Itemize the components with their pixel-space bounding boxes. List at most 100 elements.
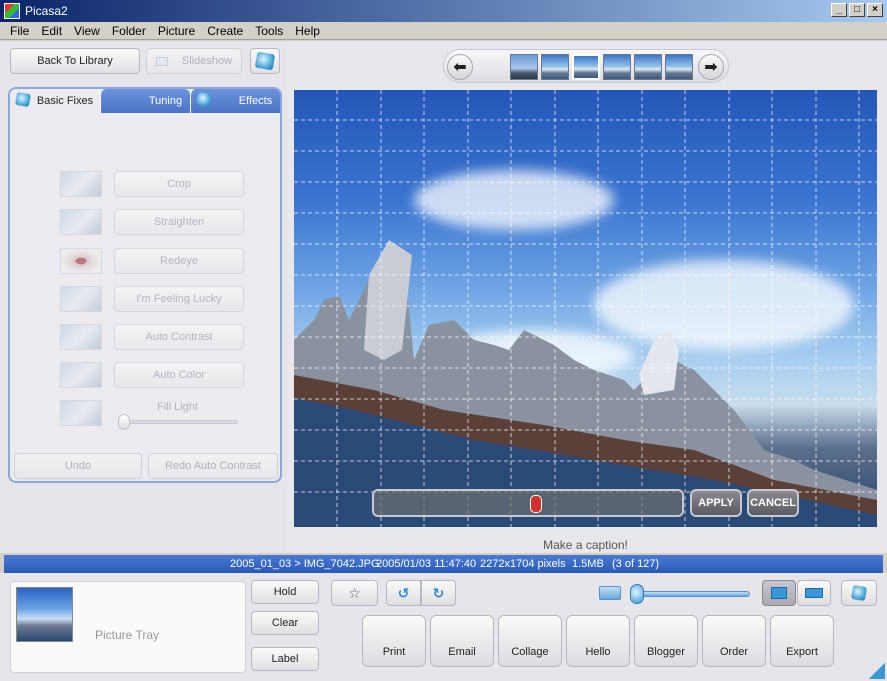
tab-basic-fixes-label: Basic Fixes: [36, 95, 94, 107]
tab-tuning[interactable]: Tuning: [100, 89, 190, 113]
back-to-library-button[interactable]: Back To Library: [10, 48, 140, 74]
menu-edit[interactable]: Edit: [35, 24, 68, 38]
tab-basic-fixes[interactable]: Basic Fixes: [10, 89, 100, 113]
fix-row-auto-contrast: Auto Contrast: [60, 324, 244, 352]
tab-strip: Basic Fixes Tuning Effects: [10, 89, 280, 113]
star-icon: ☆: [348, 584, 361, 601]
gem-icon: [254, 51, 276, 71]
blogger-button[interactable]: Blogger: [634, 615, 698, 667]
filmstrip-thumb[interactable]: [634, 54, 662, 80]
apply-button[interactable]: APPLY: [690, 489, 742, 517]
menu-picture[interactable]: Picture: [152, 24, 201, 38]
tab-effects-label: Effects: [238, 95, 273, 107]
arrow-left-icon: ⬅: [453, 59, 467, 76]
auto-contrast-button[interactable]: Auto Contrast: [114, 324, 244, 350]
menu-view[interactable]: View: [68, 24, 106, 38]
rotate-left-icon: ↺: [397, 584, 410, 601]
fix-row-crop: Crop: [60, 171, 244, 199]
straighten-button[interactable]: Straighten: [114, 209, 244, 235]
crop-grid: [294, 90, 877, 527]
order-button[interactable]: Order: [702, 615, 766, 667]
effects-tool-button[interactable]: [841, 580, 877, 606]
menu-file[interactable]: File: [4, 24, 35, 38]
crop-thumbnail: [60, 171, 102, 197]
menu-create[interactable]: Create: [201, 24, 249, 38]
hold-button[interactable]: Hold: [251, 580, 319, 604]
auto-color-thumbnail: [60, 362, 102, 388]
fixes-panel: Basic Fixes Tuning Effects Crop Straight…: [8, 87, 282, 483]
crop-button[interactable]: Crop: [114, 171, 244, 197]
tray-thumbnail[interactable]: [16, 587, 73, 642]
picture-tray: Picture Tray: [10, 581, 246, 673]
status-index: (3 of 127): [612, 558, 660, 570]
minimize-button[interactable]: _: [831, 3, 847, 17]
collage-button[interactable]: Collage: [498, 615, 562, 667]
main-area: Back To Library Slideshow Basic Fixes Tu…: [0, 41, 887, 553]
rotate-right-button[interactable]: ↻: [421, 580, 456, 606]
zoom-icon: [599, 586, 621, 600]
export-gem-button[interactable]: [250, 48, 280, 74]
picasa-app-icon: [4, 3, 20, 19]
menu-tools[interactable]: Tools: [249, 24, 289, 38]
fill-light-slider-track[interactable]: [120, 420, 238, 424]
curved-tower: [639, 330, 679, 395]
menu-folder[interactable]: Folder: [106, 24, 152, 38]
redeye-button[interactable]: Redeye: [114, 248, 244, 274]
fix-row-redeye: Redeye: [60, 248, 244, 276]
filmstrip-nav: ⬅ ➡: [443, 49, 729, 83]
tab-effects[interactable]: Effects: [190, 89, 280, 113]
straighten-thumbnail: [60, 209, 102, 235]
fit-view-button[interactable]: [762, 580, 796, 606]
undo-button[interactable]: Undo: [14, 453, 142, 479]
photo-canvas[interactable]: [294, 90, 877, 527]
clear-button[interactable]: Clear: [251, 611, 319, 635]
resize-grip-icon[interactable]: [869, 663, 885, 679]
fill-light-label: Fill Light: [157, 401, 198, 413]
filmstrip-thumb[interactable]: [603, 54, 631, 80]
actual-size-button[interactable]: [797, 580, 831, 606]
tool-gem-icon: [850, 584, 868, 602]
picture-tray-label: Picture Tray: [95, 628, 160, 642]
menu-help[interactable]: Help: [289, 24, 326, 38]
fill-light-slider-knob[interactable]: [118, 414, 130, 430]
filmstrip-thumb[interactable]: [510, 54, 538, 80]
redo-button[interactable]: Redo Auto Contrast: [148, 453, 278, 479]
effects-icon: [195, 91, 213, 108]
next-photo-button[interactable]: ➡: [698, 54, 724, 80]
status-datetime: 2005/01/03 11:47:40: [376, 558, 477, 570]
rotate-right-icon: ↻: [432, 584, 445, 601]
status-size: 1.5MB: [572, 558, 604, 570]
close-button[interactable]: ×: [867, 3, 883, 17]
rotate-left-button[interactable]: ↺: [386, 580, 421, 606]
basic-fixes-icon: [14, 91, 32, 108]
fit-view-icon: [771, 587, 787, 599]
auto-contrast-thumbnail: [60, 324, 102, 350]
filmstrip-thumb[interactable]: [665, 54, 693, 80]
title-bar: Picasa2 _ □ ×: [0, 0, 887, 22]
edit-panel: Back To Library Slideshow Basic Fixes Tu…: [0, 41, 287, 553]
hello-button[interactable]: Hello: [566, 615, 630, 667]
caption-field[interactable]: Make a caption!: [294, 538, 877, 552]
slideshow-icon: [155, 56, 168, 66]
straighten-slider[interactable]: [372, 489, 684, 517]
maximize-button[interactable]: □: [849, 3, 865, 17]
filmstrip-thumb-selected[interactable]: [572, 54, 600, 80]
export-button[interactable]: Export: [770, 615, 834, 667]
feeling-lucky-button[interactable]: I'm Feeling Lucky: [114, 286, 244, 312]
filmstrip-thumb[interactable]: [541, 54, 569, 80]
email-button[interactable]: Email: [430, 615, 494, 667]
slideshow-label: Slideshow: [181, 55, 233, 67]
label-button[interactable]: Label: [251, 647, 319, 671]
print-button[interactable]: Print: [362, 615, 426, 667]
straighten-handle[interactable]: [530, 495, 542, 513]
slideshow-button[interactable]: Slideshow: [146, 48, 242, 74]
fix-row-auto-color: Auto Color: [60, 362, 244, 390]
zoom-slider-track[interactable]: [640, 591, 750, 597]
menu-bar: File Edit View Folder Picture Create Too…: [0, 22, 887, 40]
auto-color-button[interactable]: Auto Color: [114, 362, 244, 388]
zoom-slider-knob[interactable]: [630, 584, 644, 604]
cancel-button[interactable]: CANCEL: [747, 489, 799, 517]
star-button[interactable]: ☆: [331, 580, 378, 606]
previous-photo-button[interactable]: ⬅: [447, 54, 473, 80]
actual-size-icon: [805, 588, 823, 598]
